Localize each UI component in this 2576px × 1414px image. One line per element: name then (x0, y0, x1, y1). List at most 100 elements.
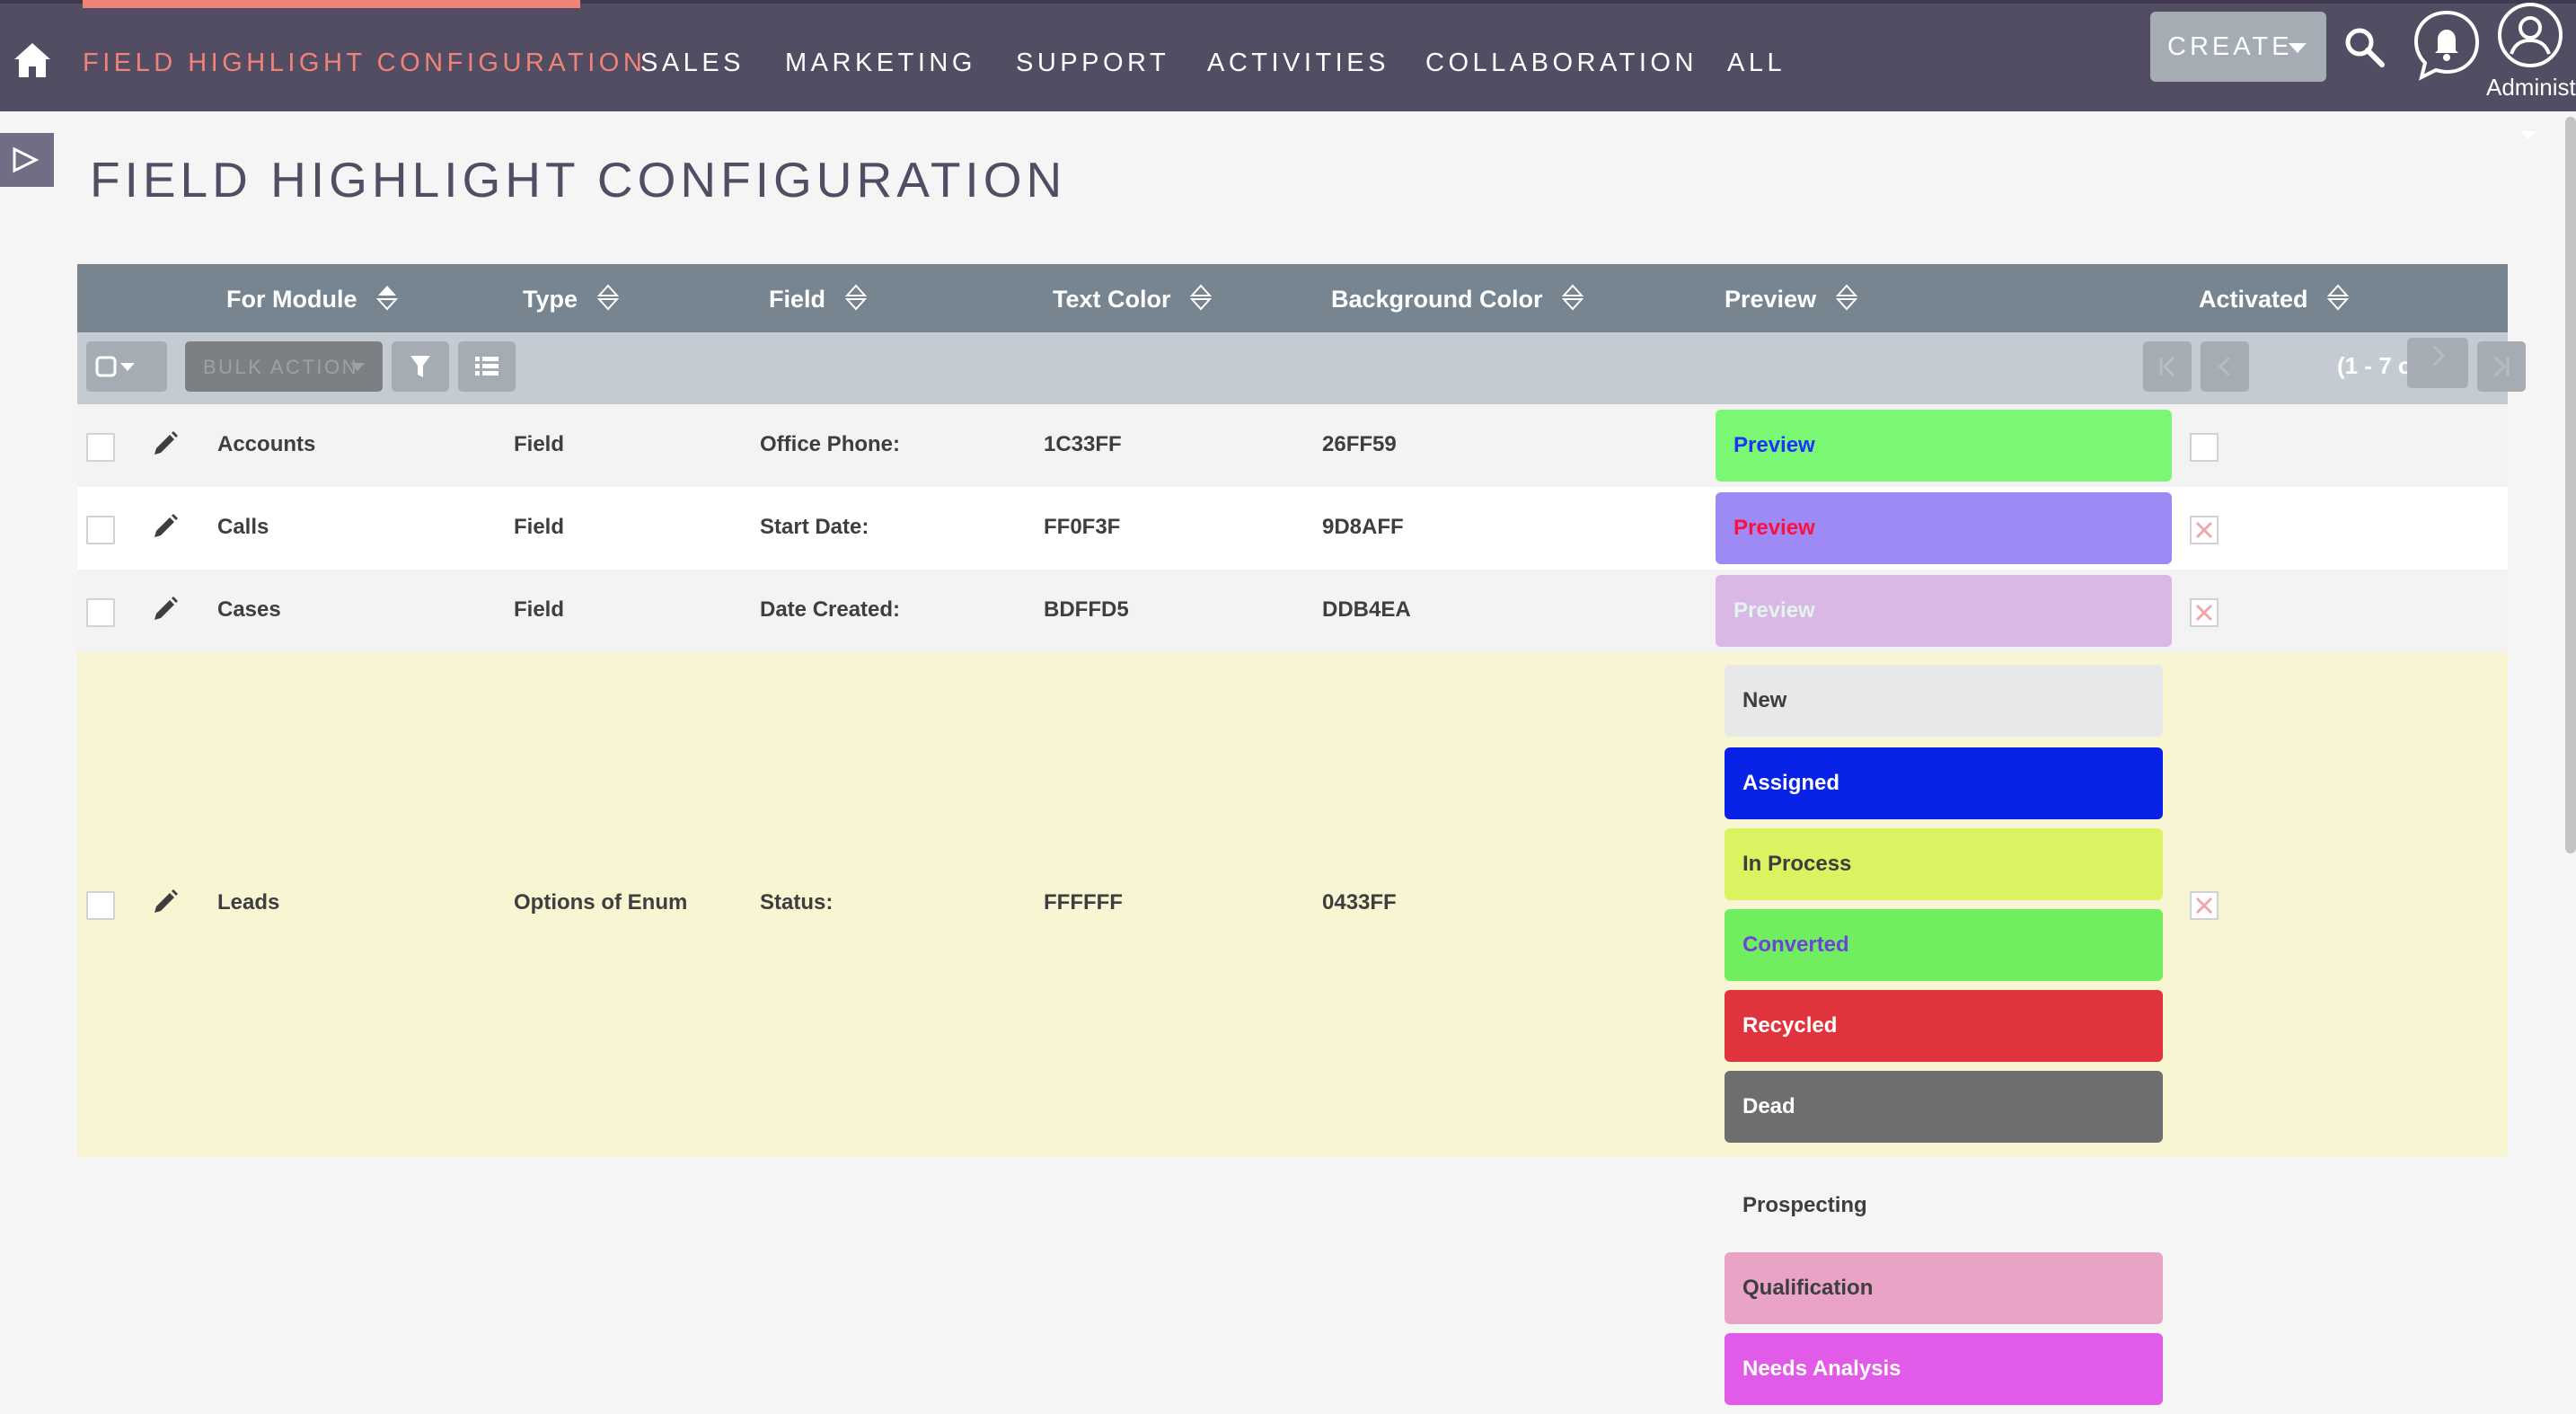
cell-module[interactable]: Calls (217, 514, 269, 541)
bulk-action-button[interactable]: BULK ACTION (185, 341, 383, 392)
enum-option-preview: Dead (1725, 1071, 2163, 1143)
table-row: Cases Field Date Created: BDFFD5 DDB4EA … (77, 570, 2508, 652)
activated-checkbox (2190, 891, 2219, 920)
column-chooser-button[interactable] (458, 341, 516, 392)
user-name-label[interactable]: Administrator (2486, 74, 2576, 102)
cell-type: Field (514, 597, 565, 622)
activated-checkbox (2190, 433, 2219, 462)
bell-icon[interactable] (2413, 9, 2481, 81)
user-menu-caret-icon[interactable] (2520, 131, 2536, 139)
enum-option-preview: Prospecting (1725, 1170, 2163, 1242)
sort-icon (1190, 284, 1213, 311)
preview-swatch: Preview (1716, 575, 2172, 647)
column-header-label: Preview (1725, 286, 1817, 313)
bulk-action-label: BULK ACTION (203, 356, 358, 378)
column-header-for-module[interactable]: For Module (226, 284, 398, 314)
column-header-background-color[interactable]: Background Color (1331, 284, 1584, 314)
nav-item-collaboration[interactable]: COLLABORATION (1425, 47, 1698, 79)
sort-icon (1835, 284, 1857, 311)
table-header: For Module Type Field Text Color Backgro… (77, 264, 2508, 332)
home-icon[interactable] (13, 41, 52, 79)
table-toolbar: BULK ACTION (1 - 7 of 7) (77, 332, 2526, 404)
sort-icon (844, 284, 867, 311)
enum-option-preview: Needs Analysis (1725, 1333, 2163, 1405)
first-page-icon (2159, 356, 2175, 377)
table-row: Calls Field Start Date: FF0F3F 9D8AFF Pr… (77, 487, 2508, 570)
column-header-label: Field (769, 286, 826, 313)
cell-text-color: BDFFD5 (1044, 597, 1129, 622)
chevron-left-icon (2218, 356, 2231, 377)
nav-item-sales[interactable]: SALES (640, 47, 745, 79)
pager-last-button[interactable] (2477, 341, 2526, 392)
column-header-label: Background Color (1331, 286, 1543, 313)
cell-background-color: DDB4EA (1322, 597, 1411, 622)
preview-swatch: Preview (1716, 410, 2172, 482)
nav-item-all[interactable]: ALL (1727, 47, 1786, 79)
cross-icon (2195, 897, 2213, 915)
active-tab-indicator (83, 0, 580, 8)
activated-checkbox (2190, 598, 2219, 627)
select-all-dropdown[interactable] (86, 341, 167, 392)
user-icon[interactable] (2497, 2, 2563, 68)
enum-option-preview: New (1725, 665, 2163, 737)
enum-option-preview: Assigned (1725, 747, 2163, 819)
pager-prev-button[interactable] (2201, 341, 2249, 392)
pencil-icon[interactable] (151, 512, 180, 541)
preview-swatch: Preview (1716, 492, 2172, 564)
nav-item-field-highlight-configuration[interactable]: FIELD HIGHLIGHT CONFIGURATION (83, 47, 646, 79)
cell-type: Field (514, 515, 565, 539)
checkbox-chevron-icon (95, 356, 135, 377)
nav-item-marketing[interactable]: MARKETING (785, 47, 976, 79)
cell-field: Date Created: (760, 597, 901, 622)
row-checkbox[interactable] (86, 891, 115, 920)
scrollbar-thumb[interactable] (2565, 117, 2576, 853)
sort-icon (2327, 284, 2350, 311)
sort-icon (596, 284, 619, 311)
cell-module[interactable]: Cases (217, 597, 281, 623)
cross-icon (2195, 604, 2213, 622)
pager-next-button[interactable] (2407, 338, 2468, 388)
column-header-label: Text Color (1053, 286, 1171, 313)
create-button-label: CREATE (2167, 32, 2293, 61)
column-header-activated[interactable]: Activated (2199, 284, 2350, 314)
sidebar-toggle-button[interactable] (0, 133, 54, 187)
pencil-icon[interactable] (151, 429, 180, 458)
top-navigation-bar: FIELD HIGHLIGHT CONFIGURATION SALES MARK… (0, 0, 2576, 111)
row-checkbox[interactable] (86, 433, 115, 462)
cell-text-color: FFFFFF (1044, 890, 1123, 915)
nav-item-activities[interactable]: ACTIVITIES (1207, 47, 1389, 79)
filter-button[interactable] (392, 341, 449, 392)
column-header-label: For Module (226, 286, 357, 313)
cell-field: Start Date: (760, 515, 869, 539)
activated-checkbox (2190, 516, 2219, 544)
chevron-down-icon (350, 363, 365, 371)
page-title: FIELD HIGHLIGHT CONFIGURATION (90, 152, 1067, 208)
enum-option-preview: Recycled (1725, 990, 2163, 1062)
column-header-type[interactable]: Type (523, 284, 619, 314)
row-checkbox[interactable] (86, 516, 115, 544)
cell-text-color: 1C33FF (1044, 432, 1122, 456)
pager-first-button[interactable] (2143, 341, 2192, 392)
cross-icon (2195, 521, 2213, 539)
chevron-right-icon (2432, 345, 2446, 367)
cell-background-color: 26FF59 (1322, 432, 1397, 456)
pencil-icon[interactable] (151, 595, 180, 623)
chevron-down-icon (2289, 43, 2307, 53)
row-checkbox[interactable] (86, 598, 115, 627)
column-header-text-color[interactable]: Text Color (1053, 284, 1213, 314)
pencil-icon[interactable] (151, 888, 180, 916)
cell-field: Status: (760, 890, 834, 915)
list-icon (475, 357, 498, 376)
cell-module[interactable]: Accounts (217, 431, 315, 458)
create-button[interactable]: CREATE (2150, 12, 2326, 82)
search-icon[interactable] (2342, 25, 2387, 70)
nav-item-support[interactable]: SUPPORT (1016, 47, 1169, 79)
cell-type: Options of Enum (514, 890, 688, 915)
column-header-field[interactable]: Field (769, 284, 867, 314)
column-header-preview[interactable]: Preview (1725, 284, 1857, 314)
enum-option-preview: Converted (1725, 909, 2163, 981)
cell-field: Office Phone: (760, 432, 901, 456)
cell-module[interactable]: Leads (217, 889, 279, 916)
column-header-label: Type (523, 286, 578, 313)
column-header-label: Activated (2199, 286, 2308, 313)
